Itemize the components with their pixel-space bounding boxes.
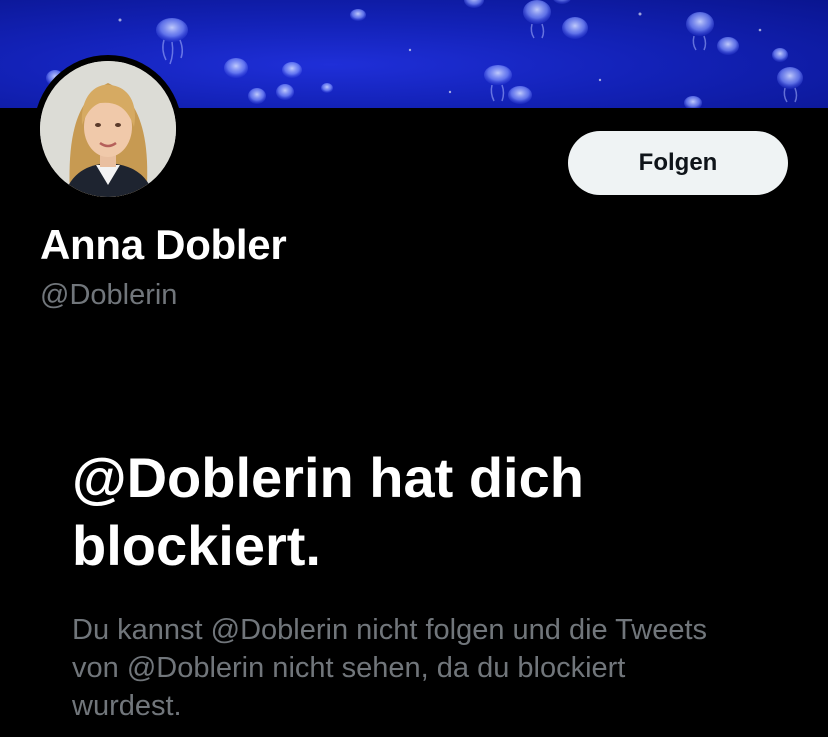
- profile-display-name: Anna Dobler: [40, 221, 287, 268]
- profile-photo: [40, 61, 176, 197]
- blocked-title: @Doblerin hat dich blockiert.: [72, 446, 584, 577]
- blocked-message: Du kannst @Doblerin nicht folgen und die…: [72, 614, 708, 722]
- profile-handle: @Doblerin: [40, 279, 178, 311]
- avatar[interactable]: [34, 55, 182, 203]
- follow-button[interactable]: Folgen: [568, 131, 788, 195]
